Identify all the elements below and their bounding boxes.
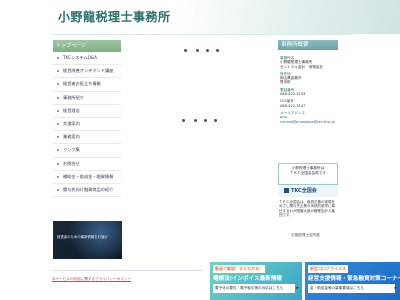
sidebar-item-home[interactable]: トップページ xyxy=(53,40,121,52)
sidebar-nav: トップページ TKCシステムQ&A 経営改善オンデマンド講座 経営者お役立ち情報… xyxy=(53,40,121,198)
slider-dot[interactable] xyxy=(216,49,219,52)
arrow-right-icon: ▸ xyxy=(394,285,397,291)
ad-title: 経営支援情報・緊急融資対策コーナー xyxy=(308,276,400,282)
office-overview-heading: 事務所概要 xyxy=(278,40,338,50)
slider-dots xyxy=(182,47,222,55)
sidebar-banner[interactable]: 経営者のための最新情報をお届け xyxy=(53,221,122,259)
ad-tag: 新型コロナウイルス xyxy=(308,265,348,273)
ad-banner-invoice[interactable]: 動画で解説！すぐわかる！ 電帳法/インボイス最新情報 電子化の要件・電子取引等の… xyxy=(210,262,302,300)
sidebar-item-office[interactable]: 事務所紹介 xyxy=(53,92,121,105)
banner-text: 経営者のための最新情報をお届け xyxy=(57,235,108,239)
tkc-member-notice: 小野税理士事務所は ＴＫＣ全国会会員です xyxy=(278,163,338,185)
ad-link[interactable]: 金・助成金等の募集要項はこちら xyxy=(308,284,395,293)
slider-dot[interactable] xyxy=(182,119,185,122)
sidebar-item-ondemand[interactable]: 経営改善オンデマンド講座 xyxy=(53,65,121,79)
ad-title: 電帳法/インボイス最新情報 xyxy=(213,276,283,282)
footer-divider xyxy=(52,270,202,271)
sidebar-item-services[interactable]: 業務案内 xyxy=(53,131,121,145)
office-overview-body: 事務所名 小野龍税理士事務所 セントラル会計 荷物会社 所在地 岡山県倉敷市 笹… xyxy=(278,50,338,127)
office-name-line: セントラル会計 荷物会社 xyxy=(280,64,324,69)
site-title[interactable]: 小野龍税理士事務所 xyxy=(58,8,171,25)
office-overview: 事務所概要 事務所名 小野龍税理士事務所 セントラル会計 荷物会社 所在地 岡山… xyxy=(278,40,338,127)
sidebar-item-philosophy[interactable]: 経営理念 xyxy=(53,105,121,118)
office-tel: 086-422-3133 xyxy=(280,92,306,97)
tkc-description: ＴＫＣ全国会は、租税正義の実現をめざし関与先企業の永続的繁栄に奉仕するわが国最大… xyxy=(279,200,335,218)
office-address-line: 笹沖町 xyxy=(280,80,291,85)
tkc-logo-text: TKC全国会 xyxy=(291,188,317,194)
sidebar-item-useful-info[interactable]: 経営者お役立ち情報 xyxy=(53,78,121,92)
header-divider xyxy=(52,34,352,35)
banner-background xyxy=(53,221,122,259)
sidebar-item-contact[interactable]: お問合せ xyxy=(53,158,121,171)
slider-dot[interactable] xyxy=(214,119,217,122)
ad-link[interactable]: 電子化の要件・電子取引等の対応はこちら xyxy=(213,284,295,293)
slider-dots-secondary xyxy=(180,117,220,125)
slider-dot[interactable] xyxy=(184,49,187,52)
sidebar-item-access[interactable]: 交通案内 xyxy=(53,118,121,132)
header-background xyxy=(180,0,400,34)
arrow-right-icon: ▸ xyxy=(296,285,299,291)
slider-dot[interactable] xyxy=(204,119,207,122)
sidebar-item-links[interactable]: リンク集 xyxy=(53,144,121,158)
slider-dot[interactable] xyxy=(194,119,197,122)
ad-banner-covid[interactable]: 新型コロナウイルス 経営支援情報・緊急融資対策コーナー 金・助成金等の募集要項は… xyxy=(305,262,400,300)
office-email-link[interactable]: ono-central@onosanpo@tkcnf.or.jp xyxy=(280,115,336,124)
sidebar-item-subsidy[interactable]: 補助金・助成金・融資情報 xyxy=(53,171,121,184)
slider-dot[interactable] xyxy=(196,49,199,52)
sidebar-item-tkc-qa[interactable]: TKCシステムQ&A xyxy=(53,52,121,66)
ad-tag: 動画で解説！すぐわかる！ xyxy=(213,265,265,273)
tkc-logo[interactable]: TKC全国会 xyxy=(278,185,338,197)
sidebar-item-loans[interactable]: 関与先向け融資商品の紹介 xyxy=(53,184,121,198)
tkc-notice-line: ＴＫＣ全国会会員です xyxy=(290,170,326,175)
office-fax: 086-422-3147 xyxy=(280,103,306,108)
privacy-policy-link[interactable]: 本サービスの利用に関するプライバシーポリシー xyxy=(52,277,131,282)
tax-association-caption: 中国税理士会所属 xyxy=(291,233,320,237)
slider-dot[interactable] xyxy=(206,49,209,52)
tkc-logo-icon xyxy=(284,188,289,193)
